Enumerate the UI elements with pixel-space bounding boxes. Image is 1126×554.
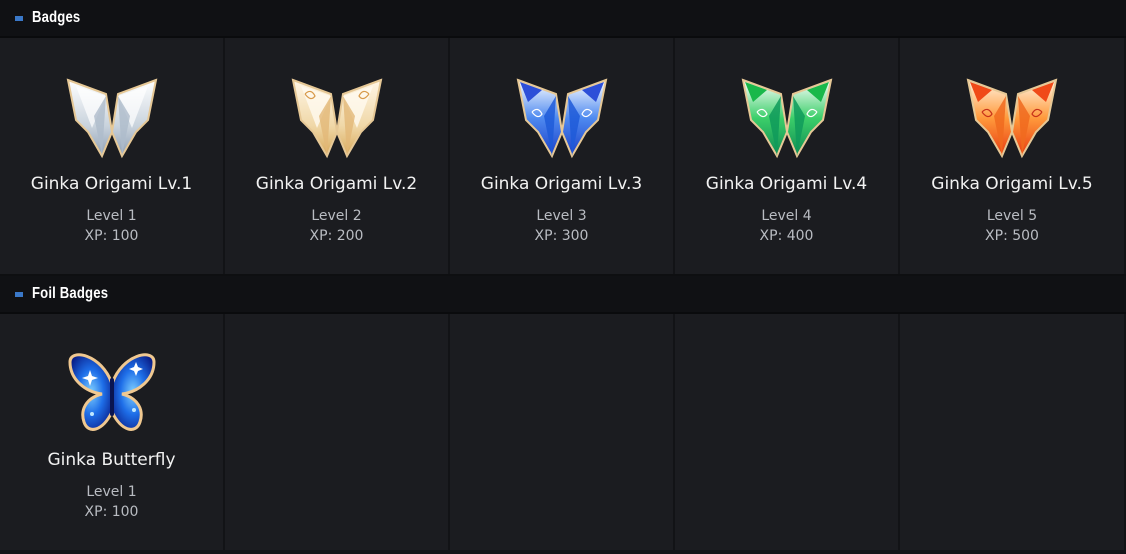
badge-card[interactable]: Ginka Origami Lv.2 Level 2 XP: 200: [225, 38, 450, 274]
badge-name: Ginka Origami Lv.3: [480, 174, 643, 194]
orange-origami-butterfly-icon: [962, 72, 1062, 164]
badge-xp: XP: 200: [309, 228, 364, 244]
foil-badges-section-header: Foil Badges: [0, 276, 1126, 314]
badge-name: Ginka Origami Lv.2: [255, 174, 418, 194]
badge-name: Ginka Origami Lv.1: [30, 174, 193, 194]
badge-xp: XP: 100: [84, 504, 139, 520]
badge-name: Ginka Origami Lv.4: [705, 174, 868, 194]
cream-origami-butterfly-icon: [287, 72, 387, 164]
section-marker-icon: [15, 291, 23, 297]
empty-badge-slot: [900, 314, 1124, 550]
section-title: Badges: [32, 9, 81, 26]
empty-badge-slot: [450, 314, 675, 550]
badge-xp: XP: 300: [534, 228, 589, 244]
badge-name: Ginka Origami Lv.5: [931, 174, 1093, 194]
badge-card[interactable]: Ginka Origami Lv.3 Level 3 XP: 300: [450, 38, 675, 274]
section-title: Foil Badges: [32, 285, 109, 302]
badge-level: Level 4: [761, 208, 812, 224]
badge-xp: XP: 100: [84, 228, 139, 244]
badges-grid: Ginka Origami Lv.1 Level 1 XP: 100 Ginka…: [0, 38, 1126, 276]
badge-card[interactable]: Ginka Butterfly Level 1 XP: 100: [0, 314, 225, 550]
foil-badges-grid: Ginka Butterfly Level 1 XP: 100: [0, 314, 1126, 550]
silver-origami-butterfly-icon: [62, 72, 162, 164]
green-origami-butterfly-icon: [737, 72, 837, 164]
empty-badge-slot: [225, 314, 450, 550]
empty-badge-slot: [675, 314, 900, 550]
badge-card[interactable]: Ginka Origami Lv.4 Level 4 XP: 400: [675, 38, 900, 274]
badge-level: Level 1: [86, 208, 137, 224]
badge-level: Level 3: [536, 208, 587, 224]
badges-section-header: Badges: [0, 0, 1126, 38]
badge-card[interactable]: Ginka Origami Lv.1 Level 1 XP: 100: [0, 38, 225, 274]
badge-card[interactable]: Ginka Origami Lv.5 Level 5 XP: 500: [900, 38, 1124, 274]
badge-level: Level 2: [311, 208, 362, 224]
badge-level: Level 5: [986, 208, 1038, 224]
blue-foil-butterfly-icon: [62, 348, 162, 440]
badge-level: Level 1: [86, 484, 137, 500]
badge-xp: XP: 500: [985, 228, 1039, 244]
section-marker-icon: [15, 15, 23, 21]
badge-name: Ginka Butterfly: [47, 450, 176, 470]
blue-origami-butterfly-icon: [512, 72, 612, 164]
badge-xp: XP: 400: [759, 228, 814, 244]
